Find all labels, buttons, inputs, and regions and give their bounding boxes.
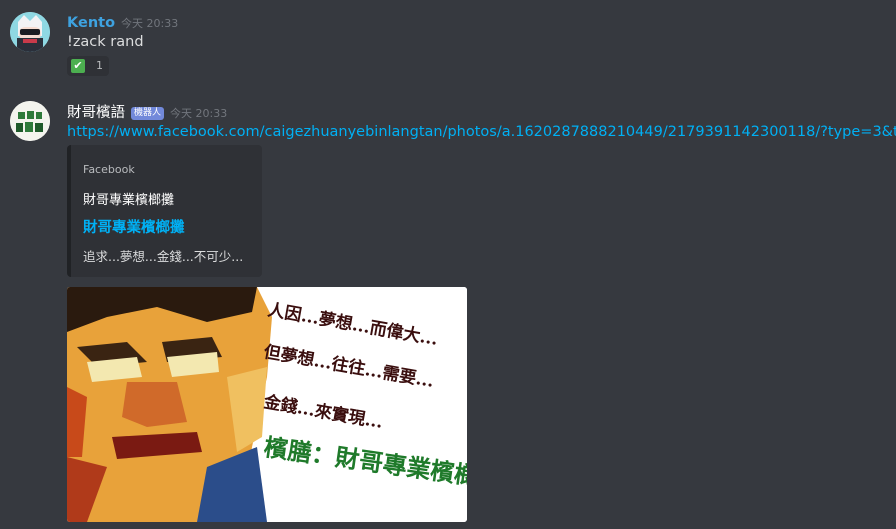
link-embed: Facebook 財哥專業檳榔攤 財哥專業檳榔攤 追求...夢想...金錢...… — [67, 145, 262, 277]
message-text: !zack rand — [67, 34, 144, 50]
timestamp: 今天 20:33 — [170, 107, 228, 120]
avatar[interactable] — [10, 101, 50, 141]
embed-provider[interactable]: Facebook — [83, 163, 135, 176]
check-mark-icon: ✔ — [71, 59, 85, 73]
reaction-button[interactable]: ✔ 1 — [67, 56, 109, 76]
facebook-link[interactable]: https://www.facebook.com/caigezhuanyebin… — [67, 124, 896, 140]
embed-author[interactable]: 財哥專業檳榔攤 — [83, 189, 174, 208]
reaction-count: 1 — [96, 59, 103, 72]
embed-description: 追求...夢想...金錢...不可少... — [83, 249, 244, 264]
timestamp: 今天 20:33 — [121, 17, 179, 30]
username[interactable]: Kento — [67, 15, 115, 31]
embed-title[interactable]: 財哥專業檳榔攤 — [83, 216, 185, 237]
embed-image[interactable]: 人因...夢想...而偉大... 但夢想...往往...需要... 金錢...來… — [67, 287, 467, 522]
bot-badge: 機器人 — [131, 107, 165, 120]
username[interactable]: 財哥檳語 — [67, 105, 125, 121]
avatar[interactable] — [10, 12, 50, 52]
chat-messages: Kento 今天 20:33 !zack rand ✔ 1 財哥檳語 機器人 今天 2… — [0, 0, 896, 529]
